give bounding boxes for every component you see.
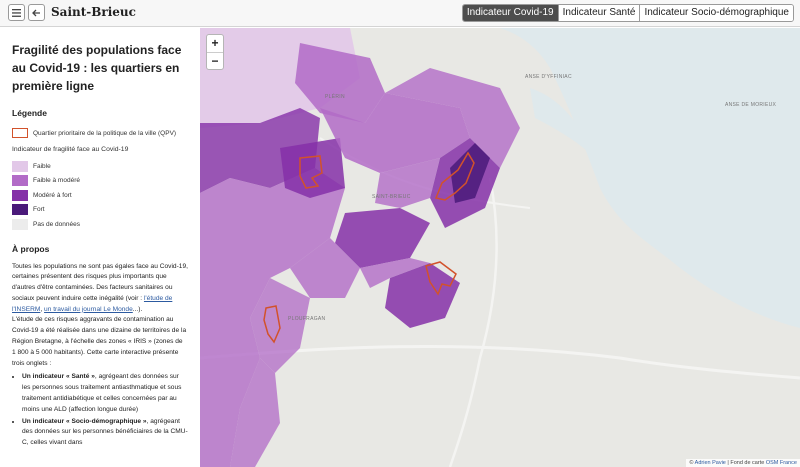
bullet-bold: Un indicateur « Santé » [22, 373, 95, 381]
sea-area [500, 28, 800, 328]
about-heading: À propos [12, 243, 50, 254]
author-link[interactable]: Adrien Pavie [695, 460, 726, 466]
place-label: PLOUFRAGAN [288, 316, 326, 322]
qpv-swatch [12, 128, 28, 138]
zoom-control: + − [206, 34, 224, 70]
legend-item: Pas de données [12, 217, 188, 232]
legend-label: Fort [33, 206, 45, 214]
legend-item: Fort [12, 203, 188, 218]
about-text-2: L'étude de ces risques aggravants de con… [12, 316, 187, 367]
legend-heading: Légende [12, 108, 47, 118]
list-item: Un indicateur « Santé », agrégeant des d… [22, 372, 188, 415]
map-canvas[interactable] [200, 28, 800, 467]
legend-swatch [12, 175, 28, 187]
place-label: SAINT-BRIEUC [372, 194, 411, 200]
zoom-in-button[interactable]: + [207, 35, 223, 52]
legend-item: Faible à modéré [12, 174, 188, 189]
menu-icon [12, 8, 21, 17]
legend-swatch [12, 204, 28, 216]
tab-covid[interactable]: Indicateur Covid-19 [462, 5, 558, 21]
legend-swatch [12, 218, 28, 230]
place-label: PLÉRIN [325, 94, 345, 100]
tab-socio-demographique[interactable]: Indicateur Socio-démographique [639, 5, 793, 21]
osm-link[interactable]: OSM France [766, 460, 797, 466]
list-item: Un indicateur « Socio-démographique », a… [22, 417, 188, 449]
bullet-bold: Un indicateur « Socio-démographique » [22, 417, 147, 425]
indicator-title: Indicateur de fragilité face au Covid-19 [12, 146, 129, 153]
legend-label: Faible [33, 162, 51, 170]
legend-label: Modéré à fort [33, 191, 72, 199]
qpv-label: Quartier prioritaire de la politique de … [33, 129, 177, 137]
sidebar-panel: Fragilité des populations face au Covid-… [0, 28, 200, 467]
about-text-1b: ...). [132, 305, 143, 313]
le-monde-link[interactable]: un travail du journal Le Monde [44, 306, 133, 313]
iris-modere-fort [280, 138, 345, 198]
indicator-bullets: Un indicateur « Santé », agrégeant des d… [12, 372, 188, 449]
legend-label: Faible à modéré [33, 177, 80, 185]
about-paragraph: Toutes les populations ne sont pas égale… [12, 262, 188, 370]
attrib-text: | Fond de carte [725, 460, 766, 466]
legend-swatch [12, 160, 28, 172]
legend-item: Faible [12, 159, 188, 174]
indicator-tabs: Indicateur Covid-19 Indicateur Santé Ind… [461, 4, 794, 22]
zoom-out-button[interactable]: − [207, 52, 223, 69]
tab-sante[interactable]: Indicateur Santé [557, 5, 640, 21]
page-title: Fragilité des populations face au Covid-… [12, 43, 182, 93]
legend-item: Modéré à fort [12, 188, 188, 203]
map-view[interactable]: Anse d'Yffiniac Anse de Morieux SAINT-BR… [200, 28, 800, 467]
brand-title[interactable]: Saint-Brieuc [51, 4, 136, 21]
legend-qpv: Quartier prioritaire de la politique de … [12, 128, 188, 138]
legend-swatch [12, 189, 28, 201]
top-bar: Saint-Brieuc Indicateur Covid-19 Indicat… [0, 0, 800, 27]
place-label: Anse d'Yffiniac [525, 74, 572, 80]
place-label: Anse de Morieux [725, 102, 777, 108]
map-attribution: © Adrien Pavie | Fond de carte OSM Franc… [686, 459, 800, 467]
iris-faible-modere [295, 43, 385, 123]
legend-label: Pas de données [33, 220, 80, 228]
menu-button[interactable] [8, 4, 25, 21]
legend-list: Faible Faible à modéré Modéré à fort For… [12, 159, 188, 232]
back-button[interactable] [28, 4, 45, 21]
back-arrow-icon [32, 9, 40, 16]
